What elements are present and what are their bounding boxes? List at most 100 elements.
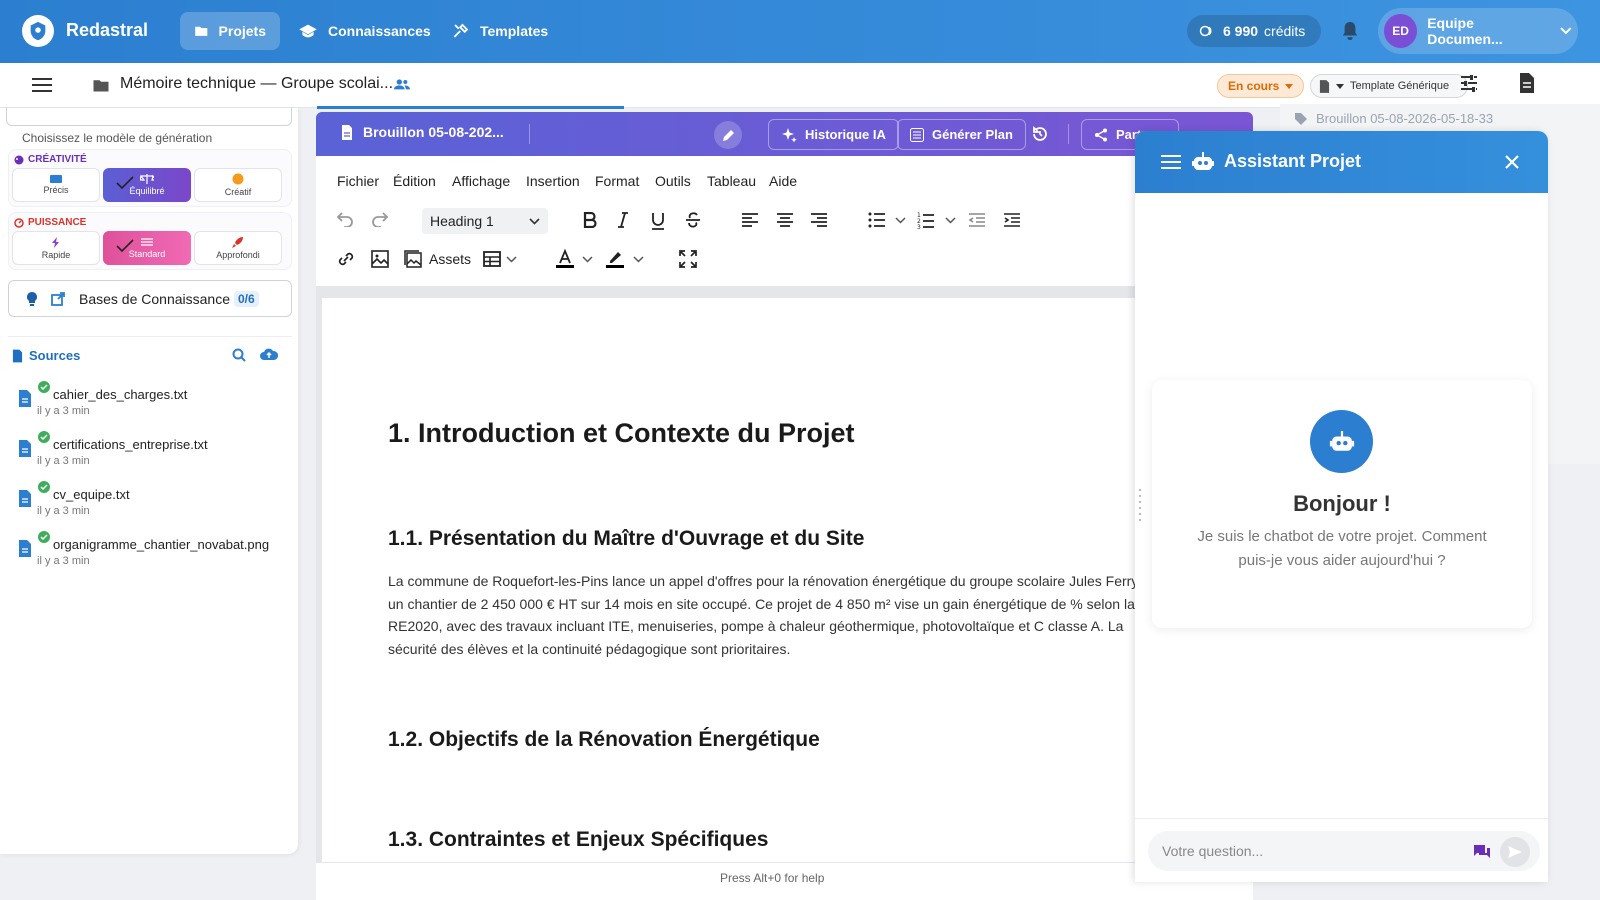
bullet-list-icon[interactable] xyxy=(868,212,886,228)
indent-icon[interactable] xyxy=(1003,212,1021,228)
nav-connaissances[interactable]: Connaissances xyxy=(284,12,445,50)
draft-title[interactable]: Brouillon 05-08-202... xyxy=(341,124,504,140)
bold-icon[interactable] xyxy=(583,212,597,228)
chevron-down-icon[interactable] xyxy=(945,217,956,224)
knowledge-bases-button[interactable]: Bases de Connaissance 0/6 xyxy=(8,280,292,317)
menu-outils[interactable]: Outils xyxy=(655,173,691,189)
redo-icon[interactable] xyxy=(371,211,389,227)
numbered-list-icon[interactable]: 123 xyxy=(917,211,935,229)
active-tab-indicator xyxy=(317,106,624,109)
brand-name: Redastral xyxy=(66,20,149,40)
resize-handle[interactable] xyxy=(1138,488,1142,524)
status-dropdown[interactable]: En cours xyxy=(1217,74,1305,98)
users-icon[interactable] xyxy=(394,78,410,90)
assets-button[interactable]: Assets xyxy=(429,251,471,267)
right-draft-item[interactable]: Brouillon 05-08-2026-05-18-33 xyxy=(1294,111,1493,126)
folder-icon xyxy=(93,80,109,92)
align-center-icon[interactable] xyxy=(776,212,794,228)
balance-icon xyxy=(140,174,154,184)
app-logo-icon[interactable] xyxy=(22,15,54,47)
italic-icon[interactable] xyxy=(617,212,629,228)
underline-icon[interactable] xyxy=(651,212,665,230)
creativity-label: CRÉATIVITÉ xyxy=(14,154,87,165)
page-title: Mémoire technique — Groupe scolai... xyxy=(120,75,394,92)
source-name: organigramme_chantier_novabat.png xyxy=(53,537,270,552)
chat-icon[interactable] xyxy=(1474,845,1490,859)
highlight-icon[interactable] xyxy=(605,249,625,269)
search-icon[interactable] xyxy=(232,348,246,362)
heading-select[interactable]: Heading 1 xyxy=(422,208,548,234)
menu-edition[interactable]: Édition xyxy=(393,173,436,189)
credits-badge[interactable]: 6 990 crédits xyxy=(1187,15,1321,47)
align-left-icon[interactable] xyxy=(741,212,759,228)
historique-ia-button[interactable]: Historique IA xyxy=(768,119,899,150)
list-item[interactable]: cahier_des_charges.txt il y a 3 min xyxy=(18,381,288,426)
send-button[interactable] xyxy=(1500,837,1530,867)
divider xyxy=(1068,124,1069,144)
list-item[interactable]: certifications_entreprise.txt il y a 3 m… xyxy=(18,431,288,476)
sources-label: Sources xyxy=(29,348,81,363)
avatar: ED xyxy=(1384,14,1418,48)
credits-label: crédits xyxy=(1264,23,1306,39)
chevron-down-icon[interactable] xyxy=(506,256,517,263)
document-icon xyxy=(1319,79,1330,93)
strikethrough-icon[interactable] xyxy=(685,212,701,228)
chevron-down-icon[interactable] xyxy=(895,217,906,224)
heading-1-1[interactable]: 1.1. Présentation du Maître d'Ouvrage et… xyxy=(388,527,864,551)
chevron-down-icon[interactable] xyxy=(633,256,644,263)
fullscreen-icon[interactable] xyxy=(679,250,697,268)
image-icon[interactable] xyxy=(371,250,389,268)
close-icon[interactable] xyxy=(1502,152,1522,172)
list-item[interactable]: cv_equipe.txt il y a 3 min xyxy=(18,481,288,526)
edit-title-button[interactable] xyxy=(714,121,742,149)
sliders-icon[interactable] xyxy=(1459,73,1479,93)
text-color-icon[interactable] xyxy=(555,249,575,269)
chevron-down-icon xyxy=(1560,27,1572,35)
history-icon[interactable] xyxy=(1031,125,1049,143)
power-label: PUISSANCE xyxy=(14,217,86,228)
template-dropdown[interactable]: Template Générique xyxy=(1310,74,1468,98)
menu-insertion[interactable]: Insertion xyxy=(526,173,580,189)
menu-tableau[interactable]: Tableau xyxy=(707,173,756,189)
paragraph[interactable]: La commune de Roquefort-les-Pins lance u… xyxy=(388,570,1148,660)
outdent-icon[interactable] xyxy=(968,212,986,228)
menu-icon[interactable] xyxy=(32,78,52,92)
template-label: Template Générique xyxy=(1350,80,1450,92)
nav-projets[interactable]: Projets xyxy=(180,12,280,50)
chevron-down-icon[interactable] xyxy=(582,256,593,263)
user-menu[interactable]: ED Equipe Documen... xyxy=(1378,8,1578,54)
power-option-approfondi[interactable]: Approfondi xyxy=(194,231,282,265)
creativity-option-creatif[interactable]: Créatif xyxy=(194,168,282,202)
menu-icon[interactable] xyxy=(1161,155,1181,169)
caret-down-icon xyxy=(1336,83,1344,89)
bot-avatar xyxy=(1310,410,1373,473)
generer-plan-button[interactable]: Générer Plan xyxy=(897,119,1026,150)
model-select[interactable] xyxy=(6,108,292,126)
heading-1[interactable]: 1. Introduction et Contexte du Projet xyxy=(388,418,855,449)
power-option-rapide[interactable]: Rapide xyxy=(12,231,100,265)
file-icon xyxy=(19,390,31,407)
table-icon[interactable] xyxy=(483,251,501,267)
menu-affichage[interactable]: Affichage xyxy=(452,173,510,189)
pencil-icon xyxy=(722,129,734,141)
nav-templates[interactable]: Templates xyxy=(438,12,562,50)
lightbulb-icon xyxy=(27,291,37,306)
undo-icon[interactable] xyxy=(336,211,354,227)
link-icon[interactable] xyxy=(337,250,355,268)
source-time: il y a 3 min xyxy=(37,505,90,517)
creativity-option-precis[interactable]: Précis xyxy=(12,168,100,202)
file-text-icon[interactable] xyxy=(1519,73,1535,93)
list-item[interactable]: organigramme_chantier_novabat.png il y a… xyxy=(18,531,288,576)
assistant-title: Assistant Projet xyxy=(1192,151,1361,172)
bell-icon[interactable] xyxy=(1341,21,1359,41)
menu-aide[interactable]: Aide xyxy=(769,173,797,189)
menu-format[interactable]: Format xyxy=(595,173,639,189)
heading-1-2[interactable]: 1.2. Objectifs de la Rénovation Énergéti… xyxy=(388,728,820,752)
align-right-icon[interactable] xyxy=(810,212,828,228)
heading-1-3[interactable]: 1.3. Contraintes et Enjeux Spécifiques xyxy=(388,828,768,852)
menu-fichier[interactable]: Fichier xyxy=(337,173,379,189)
check-circle-icon xyxy=(38,481,50,493)
cloud-upload-icon[interactable] xyxy=(260,348,278,361)
assets-icon[interactable] xyxy=(404,250,422,268)
caret-down-icon xyxy=(1285,83,1294,89)
